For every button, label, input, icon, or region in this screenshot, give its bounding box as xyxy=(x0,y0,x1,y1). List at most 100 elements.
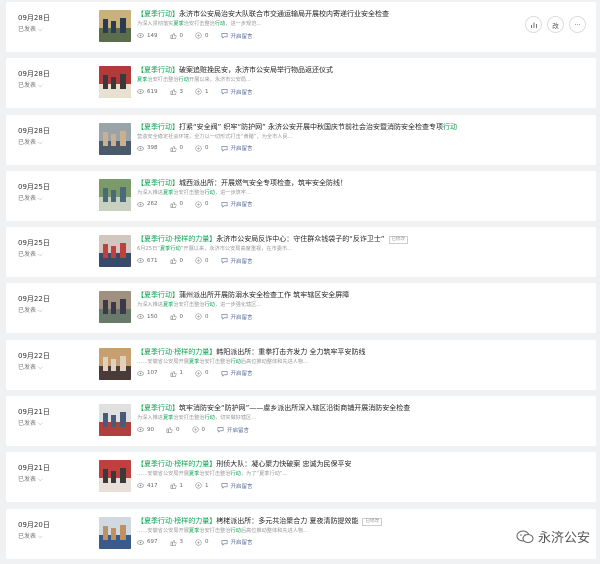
article-row[interactable]: 09月22日 已发表 ⌵ 【夏季行动】蒲州派出所开展防溺水安全检查工作 筑牢辖区安… xyxy=(6,283,596,334)
article-row[interactable]: 09月25日 已发表 ⌵ 【夏季行动】城西派出所：开展燃气安全专项检查，筑牢安全防… xyxy=(6,170,596,221)
eye-icon xyxy=(137,314,144,320)
eye-icon xyxy=(137,483,144,489)
article-thumbnail[interactable] xyxy=(99,10,131,42)
digest-text: ，进一步规范... xyxy=(225,21,262,27)
article-title[interactable]: 【夏季行动·榜样的力量】韩阳派出所：重拳打击齐发力 全力筑牢平安防线 xyxy=(137,348,497,357)
publish-status[interactable]: 已发表 ⌵ xyxy=(18,138,88,147)
open-comments-link[interactable]: 开启留言 xyxy=(221,369,253,377)
digest-text: 后高位推动整体和先进人物... xyxy=(240,358,309,365)
article-thumbnail[interactable] xyxy=(99,122,131,155)
publish-status[interactable]: 已发表 ⌵ xyxy=(18,250,88,259)
status-label: 已发表 xyxy=(18,420,37,428)
views-stat: 150 xyxy=(137,313,158,320)
status-label: 已发表 xyxy=(18,476,37,484)
likes-stat: 0 xyxy=(166,426,180,433)
article-content: 【夏季行动】破案追赃挽民安，永济市公安局举行物品返还仪式 夏季治安打击整治行动开… xyxy=(137,66,497,96)
article-title[interactable]: 【夏季行动】蒲州派出所开展防溺水安全检查工作 筑牢辖区安全屏障 xyxy=(137,291,497,300)
digest-highlight: 夏季 xyxy=(137,77,148,84)
open-comments-link[interactable]: 开启留言 xyxy=(221,257,253,265)
article-thumbnail[interactable] xyxy=(99,404,131,437)
open-comments-link[interactable]: 开启留言 xyxy=(221,88,253,96)
thumb-up-icon xyxy=(170,370,177,377)
open-comments-link[interactable]: 开启留言 xyxy=(221,482,253,490)
article-stats: 262 0 0 开启留言 xyxy=(137,200,497,209)
article-row[interactable]: 09月21日 已发表 ⌵ 【夏季行动】筑牢消防安全“防护网”——虞乡派出所深入辖区… xyxy=(6,396,596,447)
article-title[interactable]: 【夏季行动·榜样的力量】刑侦大队：凝心聚力快破案 忠诚为民保平安 xyxy=(137,460,497,469)
thumb-up-icon xyxy=(170,539,177,546)
article-stats: 149 0 0 开启留言 xyxy=(137,31,497,40)
article-row[interactable]: 09月28日 已发表 ⌵ 【夏季行动】打紧“安全阀” 织牢“防护网” 永济公安开展… xyxy=(6,114,596,165)
article-row[interactable]: 09月20日 已发表 ⌵ 【夏季行动·榜样的力量】栲栳派出所：多元共治聚合力 夏夜… xyxy=(6,508,596,559)
shares-stat: 0 xyxy=(195,257,209,264)
article-row[interactable]: 09月28日 已发表 ⌵ 【夏季行动】永济市公安局治安大队联合市交通运输局开展校内… xyxy=(6,2,596,52)
article-title[interactable]: 【夏季行动·榜样的力量】栲栳派出所：多元共治聚合力 夏夜清防提效能 已修改 xyxy=(137,517,497,526)
publish-status[interactable]: 已发表 ⌵ xyxy=(18,363,88,372)
publish-status[interactable]: 已发表 ⌵ xyxy=(18,419,88,428)
article-stats: 90 0 0 开启留言 xyxy=(137,425,497,434)
open-comments-link[interactable]: 开启留言 xyxy=(221,538,253,546)
open-comments-link[interactable]: 开启留言 xyxy=(221,200,253,208)
stats-button[interactable] xyxy=(525,16,542,33)
views-stat: 107 xyxy=(137,370,158,377)
shares-stat: 0 xyxy=(195,313,209,321)
shares-stat: 0 xyxy=(191,426,205,433)
article-thumbnail[interactable] xyxy=(99,347,131,380)
publish-date: 09月25日 xyxy=(18,239,50,248)
digest-highlight: 行动 xyxy=(230,527,241,534)
publish-status[interactable]: 已发表 ⌵ xyxy=(18,25,88,34)
likes-count: 3 xyxy=(179,88,184,95)
modified-badge: 已修改 xyxy=(362,517,382,526)
article-row[interactable]: 09月21日 已发表 ⌵ 【夏季行动·榜样的力量】刑侦大队：凝心聚力快破案 忠诚为… xyxy=(6,452,596,503)
article-thumbnail[interactable] xyxy=(99,66,131,99)
article-thumbnail[interactable] xyxy=(99,460,131,493)
date-column: 09月28日 已发表 ⌵ xyxy=(18,14,88,34)
share-icon xyxy=(195,313,202,321)
publish-date: 09月21日 xyxy=(18,408,50,417)
article-content: 【夏季行动】永济市公安局治安大队联合市交通运输局开展校内寄递行业安全检查 为深入… xyxy=(137,10,497,40)
modified-badge: 已修改 xyxy=(388,236,408,245)
shares-stat: 1 xyxy=(195,88,209,95)
article-title[interactable]: 【夏季行动】打紧“安全阀” 织牢“防护网” 永济公安开展中秋国庆节前社会治安暨消… xyxy=(137,123,497,132)
digest-text: 治安打击整治 xyxy=(183,21,215,27)
open-comments-link[interactable]: 开启留言 xyxy=(217,426,249,434)
views-stat: 398 xyxy=(137,145,158,152)
article-title[interactable]: 【夏季行动】永济市公安局治安大队联合市交通运输局开展校内寄递行业安全检查 xyxy=(137,10,497,19)
thumbnail-image xyxy=(99,235,131,268)
article-title[interactable]: 【夏季行动】筑牢消防安全“防护网”——虞乡派出所深入辖区沿街商铺开展消防安全检查 xyxy=(137,404,497,413)
publish-status[interactable]: 已发表 ⌵ xyxy=(18,81,88,90)
article-content: 【夏季行动·榜样的力量】栲栳派出所：多元共治聚合力 夏夜清防提效能 已修改 ……安… xyxy=(137,517,497,547)
open-comments-link[interactable]: 开启留言 xyxy=(221,32,253,40)
article-tag: 【夏季行动·榜样的力量】 xyxy=(137,516,217,525)
article-thumbnail[interactable] xyxy=(99,291,131,324)
views-count: 149 xyxy=(147,32,158,39)
more-button[interactable]: ··· xyxy=(569,16,586,33)
article-thumbnail[interactable] xyxy=(99,178,131,211)
article-title[interactable]: 【夏季行动】破案追赃挽民安，永济市公安局举行物品返还仪式 xyxy=(137,66,497,75)
views-count: 671 xyxy=(147,257,158,264)
article-title-text: 永济市公安局治安大队联合市交通运输局开展校内寄递行业安全检查 xyxy=(179,10,389,18)
article-thumbnail[interactable] xyxy=(99,235,131,268)
publish-status[interactable]: 已发表 ⌵ xyxy=(18,306,88,315)
article-row[interactable]: 09月25日 已发表 ⌵ 【夏季行动·榜样的力量】永济市公安局反诈中心：守住群众钱… xyxy=(6,227,596,278)
open-comments-link[interactable]: 开启留言 xyxy=(221,144,253,152)
publish-status[interactable]: 已发表 ⌵ xyxy=(18,194,88,203)
article-stats: 150 0 0 开启留言 xyxy=(137,312,497,321)
thumbnail-image xyxy=(99,178,131,211)
article-thumbnail[interactable] xyxy=(99,516,131,549)
publish-status[interactable]: 已发表 ⌵ xyxy=(18,532,88,541)
publish-date: 09月21日 xyxy=(18,464,50,473)
open-comments-link[interactable]: 开启留言 xyxy=(221,313,253,321)
publish-status[interactable]: 已发表 ⌵ xyxy=(18,475,88,484)
bar-chart-icon xyxy=(530,22,537,28)
article-title[interactable]: 【夏季行动】城西派出所：开展燃气安全专项检查，筑牢安全防线！ xyxy=(137,179,497,188)
status-label: 已发表 xyxy=(18,26,37,33)
article-row[interactable]: 09月22日 已发表 ⌵ 【夏季行动·榜样的力量】韩阳派出所：重拳打击齐发力 全力… xyxy=(6,339,596,390)
article-row[interactable]: 09月28日 已发表 ⌵ 【夏季行动】破案追赃挽民安，永济市公安局举行物品返还仪式… xyxy=(6,58,596,109)
shares-stat: 0 xyxy=(195,539,209,546)
thumb-up-icon xyxy=(170,258,177,265)
date-column: 09月25日 已发表 ⌵ xyxy=(18,183,88,203)
article-tag: 【夏季行动】 xyxy=(137,66,179,75)
digest-text: ……安徽省公安局开展 xyxy=(137,358,189,365)
edit-button[interactable]: 改 xyxy=(547,16,564,33)
article-title[interactable]: 【夏季行动·榜样的力量】永济市公安局反诈中心：守住群众钱袋子的“反诈卫士” 已修改 xyxy=(137,235,497,245)
